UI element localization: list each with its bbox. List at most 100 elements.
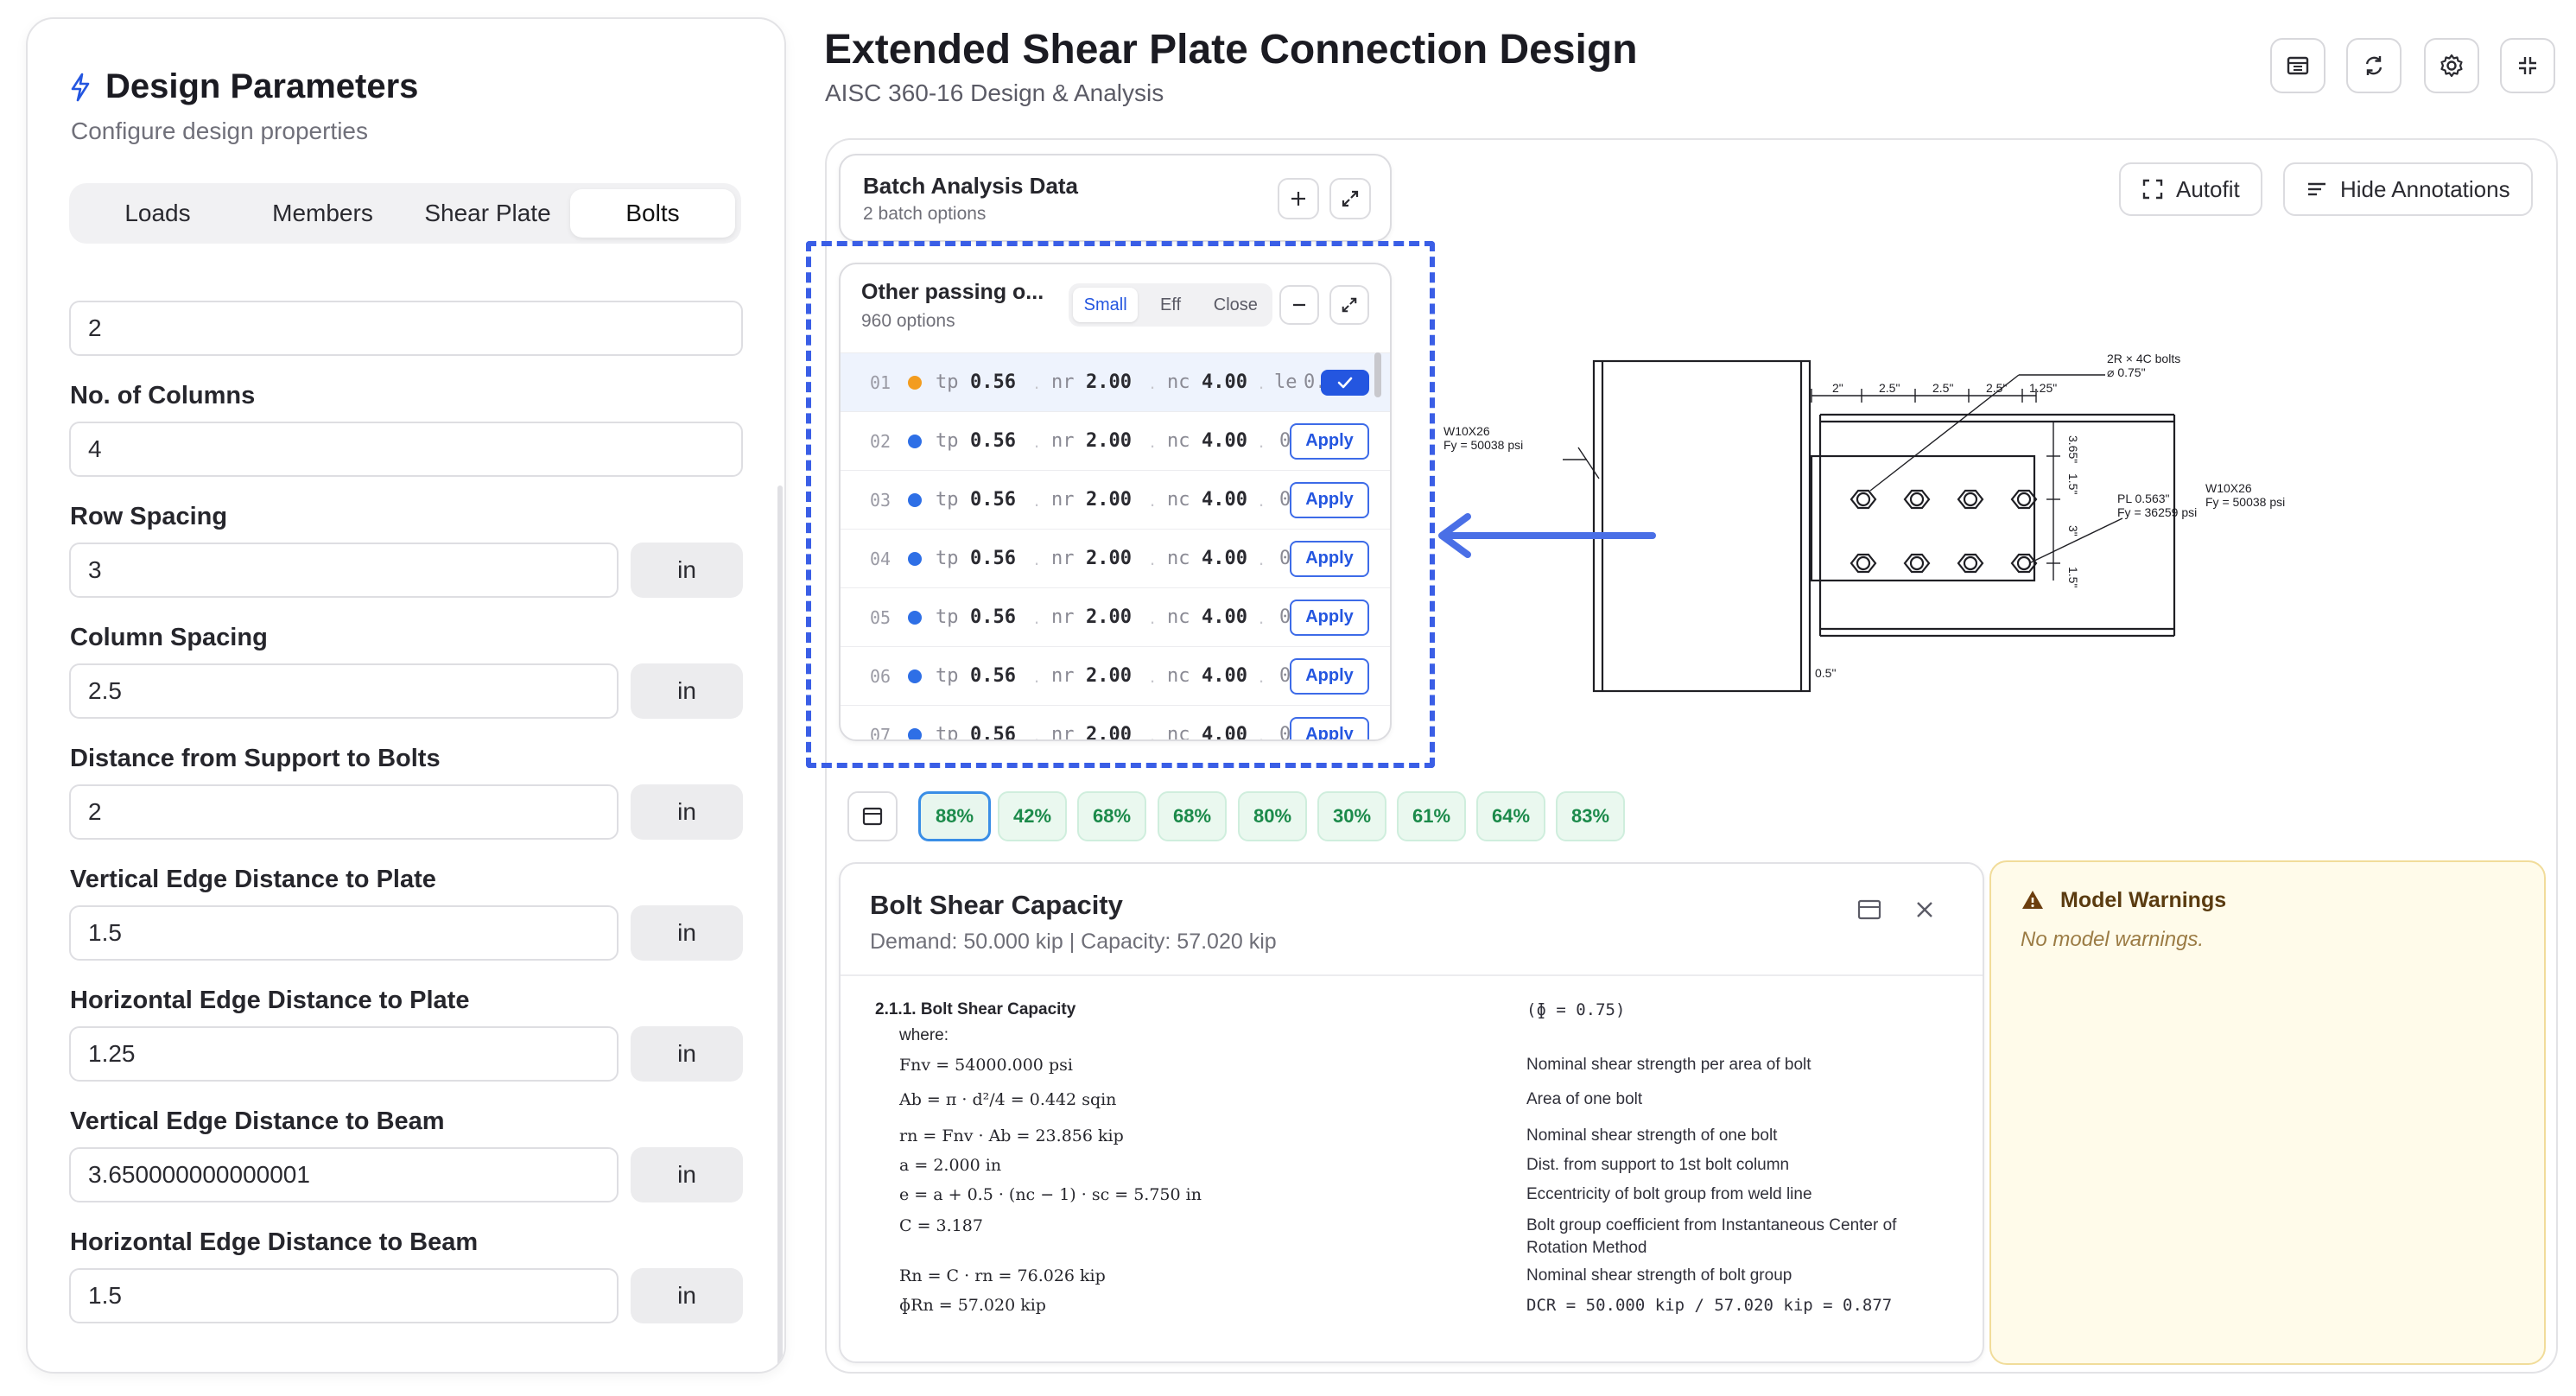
dcr-chip[interactable]: 42% xyxy=(998,791,1067,841)
row-spacing-input[interactable]: 3 xyxy=(69,543,619,598)
dcr-chip[interactable]: 88% xyxy=(918,791,991,841)
panel-header: Design Parameters xyxy=(69,67,418,106)
column-section-label: W10X26 xyxy=(1443,424,1490,438)
field-label: Horizontal Edge Distance to Plate xyxy=(70,987,470,1014)
toggle-panel-button[interactable] xyxy=(1856,897,1882,927)
dcr-chip[interactable]: 80% xyxy=(1238,791,1307,841)
calc-title: Bolt Shear Capacity xyxy=(870,890,1123,920)
field-label: Column Spacing xyxy=(70,624,268,651)
collapse-button[interactable] xyxy=(2500,38,2555,93)
unit-selector[interactable]: in xyxy=(631,663,743,719)
no-of-columns-input[interactable]: 4 xyxy=(69,422,743,477)
chip-toggle-button[interactable] xyxy=(847,791,898,841)
fullscreen-icon xyxy=(2142,179,2163,200)
calc-description: Rotation Method xyxy=(1526,1239,1647,1257)
dim-label: 2.5" xyxy=(1932,381,1953,395)
unit-selector[interactable]: in xyxy=(631,1268,743,1323)
model-warnings-card: Model Warnings No model warnings. xyxy=(1989,860,2546,1365)
expand-batch-button[interactable] xyxy=(1329,178,1371,219)
dim-label: 3.65" xyxy=(2066,435,2080,463)
unit-selector[interactable]: in xyxy=(631,1026,743,1082)
parameter-tabs: Loads Members Shear Plate Bolts xyxy=(69,183,741,244)
autofit-button[interactable]: Autofit xyxy=(2119,162,2262,216)
calc-equation: Rn = C · rn = 76.026 kip xyxy=(899,1266,1106,1285)
dim-label: 1.5" xyxy=(2066,567,2080,587)
horizontal-edge-plate-input[interactable]: 1.25 xyxy=(69,1026,619,1082)
where-label: where: xyxy=(899,1026,949,1044)
field-label: Vertical Edge Distance to Beam xyxy=(70,1107,445,1135)
no-of-rows-input[interactable]: 2 xyxy=(69,301,743,356)
vertical-edge-plate-input[interactable]: 1.5 xyxy=(69,905,619,961)
panel-icon xyxy=(862,807,883,826)
calc-equation: e = a + 0.5 · (nc − 1) · sc = 5.750 in xyxy=(899,1185,1202,1204)
drawing-canvas[interactable]: 2R × 4C bolts ⌀ 0.75" W10X26 Fy = 50038 … xyxy=(806,138,2558,1374)
calc-description: Nominal shear strength per area of bolt xyxy=(1526,1056,1811,1074)
sidebar-scrollbar[interactable] xyxy=(777,485,783,1367)
dcr-chip[interactable]: 68% xyxy=(1077,791,1146,841)
warnings-message: No model warnings. xyxy=(2021,928,2205,951)
add-batch-button[interactable] xyxy=(1278,178,1319,219)
page-title: Extended Shear Plate Connection Design xyxy=(824,27,1638,73)
calc-description: DCR = 50.000 kip / 57.020 kip = 0.877 xyxy=(1526,1296,1893,1315)
lines-icon xyxy=(2308,182,2325,196)
hide-annotations-label: Hide Annotations xyxy=(2340,175,2510,202)
highlight-frame xyxy=(806,241,1435,768)
pointer-arrow xyxy=(1438,513,1656,558)
tab-members[interactable]: Members xyxy=(240,189,405,238)
batch-title: Batch Analysis Data xyxy=(863,173,1079,199)
dim-label: 2" xyxy=(1832,381,1843,395)
warning-icon xyxy=(2022,891,2043,909)
calc-equation: Fnv = 54000.000 psi xyxy=(899,1056,1073,1075)
calc-description: Nominal shear strength of one bolt xyxy=(1526,1126,1778,1145)
plate-fy-label: Fy = 36259 psi xyxy=(2117,505,2197,519)
calculation-card: Bolt Shear Capacity Demand: 50.000 kip |… xyxy=(839,862,1984,1363)
settings-button[interactable] xyxy=(2424,38,2479,93)
refresh-button[interactable] xyxy=(2346,38,2402,93)
dcr-chip[interactable]: 30% xyxy=(1317,791,1386,841)
hide-annotations-button[interactable]: Hide Annotations xyxy=(2283,162,2533,216)
field-label: Row Spacing xyxy=(70,503,228,530)
phi-factor: (ɸ = 0.75) xyxy=(1526,1000,1626,1019)
unit-selector[interactable]: in xyxy=(631,1147,743,1202)
calc-description: Eccentricity of bolt group from weld lin… xyxy=(1526,1185,1812,1203)
vertical-edge-beam-input[interactable]: 3.650000000000001 xyxy=(69,1147,619,1202)
horizontal-edge-beam-input[interactable]: 1.5 xyxy=(69,1268,619,1323)
tab-loads[interactable]: Loads xyxy=(75,189,240,238)
warnings-title: Model Warnings xyxy=(2060,888,2227,912)
calc-description: Bolt group coefficient from Instantaneou… xyxy=(1526,1216,1897,1234)
calc-equation: Ab = π · d²/4 = 0.442 sqin xyxy=(899,1090,1117,1109)
calc-divider xyxy=(841,974,1983,976)
plus-icon xyxy=(1291,192,1305,206)
panel-subtitle: Configure design properties xyxy=(71,117,368,144)
tab-shear-plate[interactable]: Shear Plate xyxy=(405,189,570,238)
close-calc-button[interactable] xyxy=(1913,898,1936,925)
batch-analysis-card: Batch Analysis Data 2 batch options xyxy=(839,154,1392,242)
batch-subtitle: 2 batch options xyxy=(863,204,987,224)
tab-bolts[interactable]: Bolts xyxy=(570,189,735,238)
column-spacing-input[interactable]: 2.5 xyxy=(69,663,619,719)
field-label: No. of Columns xyxy=(70,382,256,409)
page-subtitle: AISC 360-16 Design & Analysis xyxy=(825,79,1164,106)
field-label: Horizontal Edge Distance to Beam xyxy=(70,1228,479,1256)
beam-section-label: W10X26 xyxy=(2205,481,2252,495)
unit-selector[interactable]: in xyxy=(631,905,743,961)
table-view-button[interactable] xyxy=(2270,38,2325,93)
dim-label: 2.5" xyxy=(1879,381,1900,395)
calc-equation: a = 2.000 in xyxy=(899,1156,1002,1175)
dcr-chip[interactable]: 64% xyxy=(1476,791,1545,841)
dcr-chip[interactable]: 61% xyxy=(1397,791,1466,841)
calc-equation: rn = Fnv · Ab = 23.856 kip xyxy=(899,1126,1124,1145)
unit-selector[interactable]: in xyxy=(631,784,743,840)
beam-fy-label: Fy = 50038 psi xyxy=(2205,495,2285,509)
calc-description: Dist. from support to 1st bolt column xyxy=(1526,1156,1790,1174)
expand-icon xyxy=(1342,190,1359,207)
dim-label: 1.5" xyxy=(2066,473,2080,494)
dcr-chip[interactable]: 68% xyxy=(1158,791,1227,841)
lightning-icon xyxy=(71,73,90,101)
support-to-bolts-input[interactable]: 2 xyxy=(69,784,619,840)
dcr-chip[interactable]: 83% xyxy=(1556,791,1625,841)
calc-description: Nominal shear strength of bolt group xyxy=(1526,1266,1792,1285)
gear-icon xyxy=(2440,54,2463,78)
unit-selector[interactable]: in xyxy=(631,543,743,598)
calc-subtitle: Demand: 50.000 kip | Capacity: 57.020 ki… xyxy=(870,930,1277,954)
